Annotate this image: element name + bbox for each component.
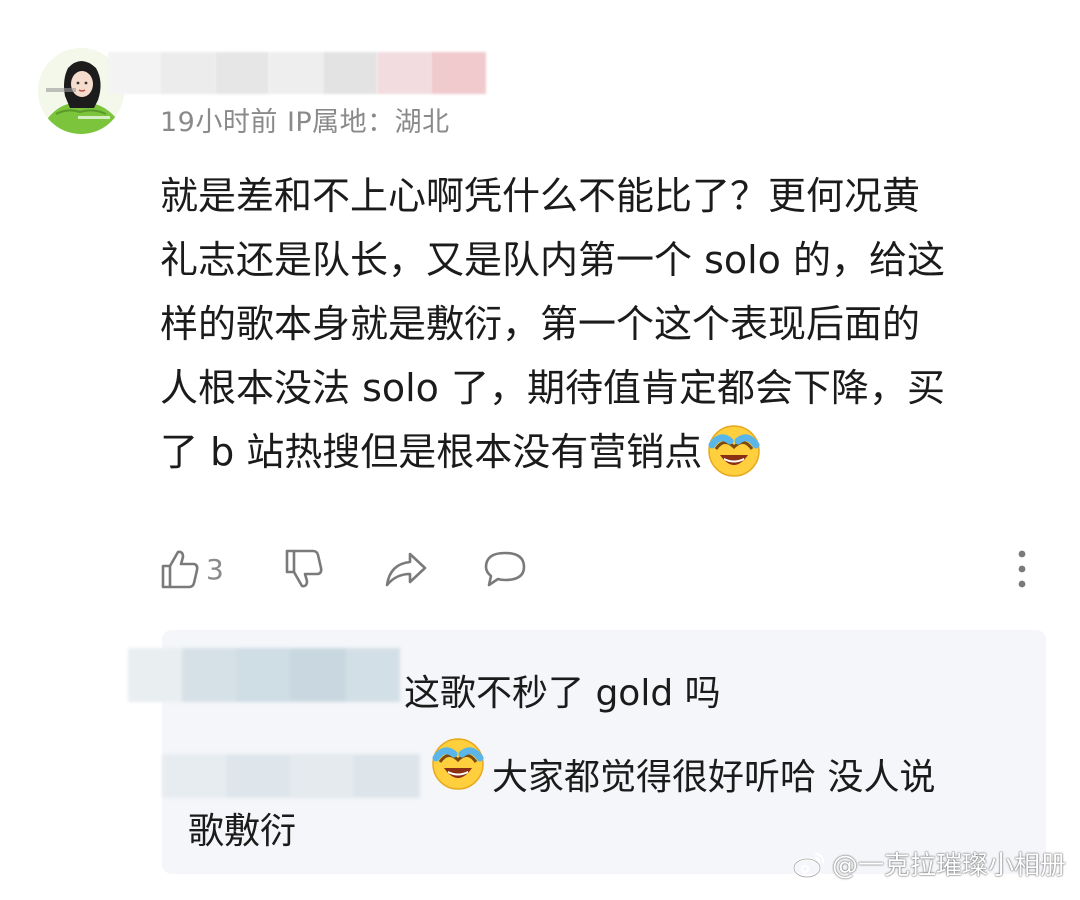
laughing-crying-emoji-icon bbox=[432, 738, 484, 790]
username-redacted bbox=[108, 52, 488, 94]
more-icon bbox=[1018, 550, 1026, 588]
reply-username-redacted bbox=[128, 648, 400, 702]
comment-icon bbox=[484, 551, 526, 587]
comment-text: 就是差和不上心啊凭什么不能比了？更何况黄 礼志还是队长，又是队内第一个 solo… bbox=[160, 164, 1020, 484]
replies-panel: 这歌不秒了 gold 吗 大家都觉得很好听哈 没人说 歌敷衍 bbox=[128, 630, 1046, 874]
comment-line: 样的歌本身就是敷衍，第一个这个表现后面的 bbox=[160, 302, 921, 346]
reply-button[interactable] bbox=[482, 546, 528, 592]
share-icon bbox=[385, 552, 427, 587]
comment-line: 了 b 站热搜但是根本没有营销点 bbox=[160, 430, 703, 474]
watermark-text: @一克拉璀璨小相册 bbox=[831, 851, 1066, 881]
reply-text: 大家都觉得很好听哈 没人说 bbox=[492, 757, 936, 798]
weibo-icon bbox=[792, 852, 825, 878]
watermark: @一克拉璀璨小相册 bbox=[792, 845, 1066, 882]
comment-line-last: 了 b 站热搜但是根本没有营销点 bbox=[160, 420, 1020, 484]
thumbs-up-icon bbox=[161, 550, 199, 589]
reply-text-continued: 歌敷衍 bbox=[188, 811, 297, 852]
laughing-crying-emoji-icon bbox=[708, 424, 761, 477]
comment-line: 就是差和不上心啊凭什么不能比了？更何况黄 bbox=[160, 174, 921, 218]
reply-text: 这歌不秒了 gold 吗 bbox=[404, 673, 721, 714]
comment-line: 礼志还是队长，又是队内第一个 solo 的，给这 bbox=[160, 238, 946, 282]
dislike-button[interactable] bbox=[284, 546, 324, 592]
reply-username-redacted bbox=[162, 754, 420, 798]
more-button[interactable] bbox=[1016, 546, 1028, 592]
comment-line: 人根本没法 solo 了，期待值肯定都会下降，买 bbox=[160, 366, 946, 410]
thumbs-down-icon bbox=[285, 549, 323, 588]
like-button[interactable]: 3 bbox=[160, 546, 224, 592]
share-button[interactable] bbox=[384, 546, 428, 592]
like-count: 3 bbox=[206, 552, 224, 586]
comment-actions: 3 bbox=[160, 546, 1040, 592]
comment-meta: 19小时前 IP属地：湖北 bbox=[160, 107, 450, 138]
